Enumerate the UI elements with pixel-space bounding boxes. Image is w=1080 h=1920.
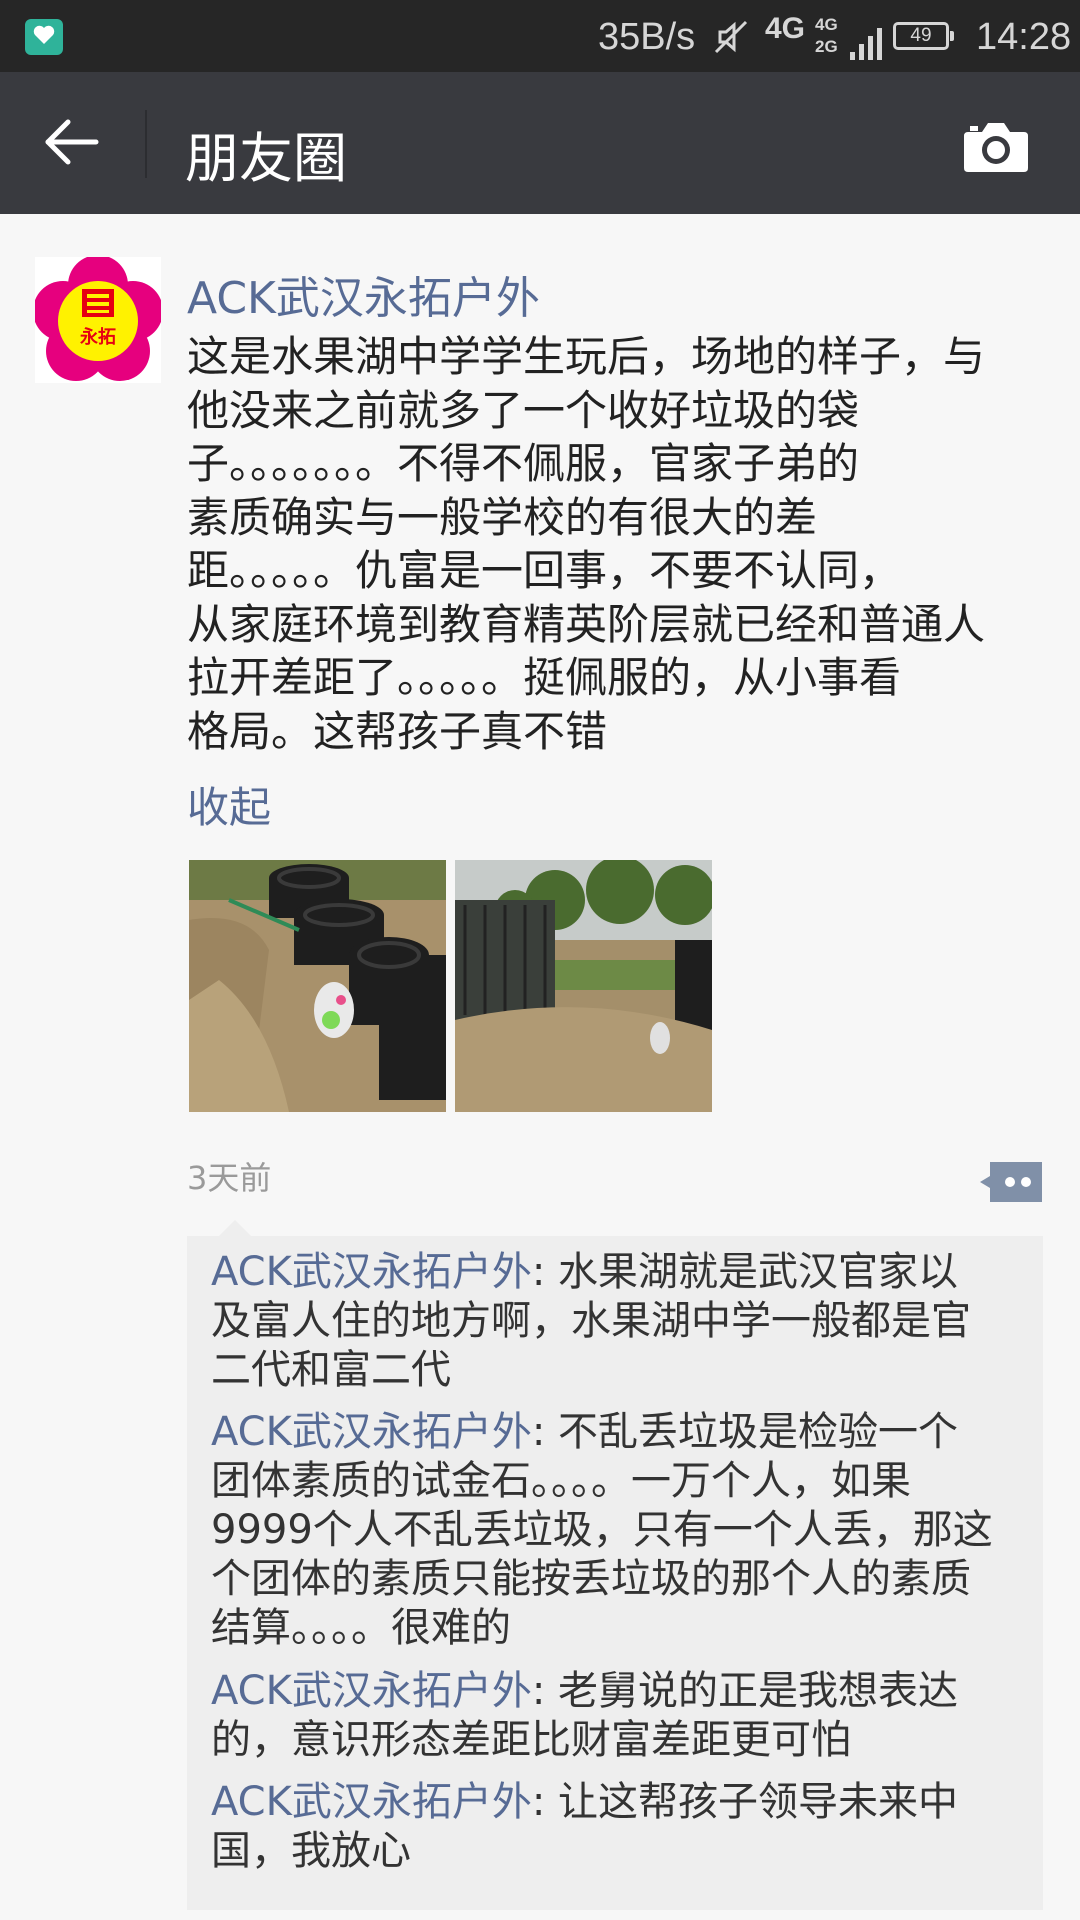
- comment-author[interactable]: ACK武汉永拓户外: [211, 1668, 532, 1714]
- comment-author[interactable]: ACK武汉永拓户外: [211, 1249, 532, 1295]
- comment-line: 让这帮孩子领导未来中: [558, 1779, 959, 1825]
- post-text-line: 子。。。。。。。不得不佩服，官家子弟的: [187, 439, 860, 488]
- comment-line: 9999个人不乱丢垃圾，只有一个人丢，那这: [211, 1507, 993, 1553]
- app-notification-icon: [25, 19, 63, 55]
- comment-author[interactable]: ACK武汉永拓户外: [211, 1779, 532, 1825]
- comment-line: 结算。。。。很难的: [211, 1605, 511, 1651]
- post-text-line: 距。。。。。仇富是一回事，不要不认同，: [187, 546, 902, 595]
- post-text-line: 格局。这帮孩子真不错: [187, 706, 608, 756]
- comment-line: 二代和富二代: [211, 1347, 451, 1393]
- page-title: 朋友圈: [185, 127, 347, 190]
- avatar-logo-text: 永拓: [79, 326, 116, 348]
- collapse-link[interactable]: 收起: [187, 774, 271, 835]
- comment-line: 老舅说的正是我想表达: [558, 1668, 959, 1714]
- comment-author[interactable]: ACK武汉永拓户外: [211, 1409, 532, 1455]
- post-text-line: 从家庭环境到教育精英阶层就已经和普通人: [187, 599, 986, 649]
- avatar[interactable]: 永拓: [35, 257, 161, 383]
- camera-icon[interactable]: [962, 118, 1030, 174]
- post-photo-1[interactable]: [189, 860, 446, 1112]
- status-bar: 35B/s 4G 4G 2G 49 14:28: [0, 0, 1080, 72]
- signal-bars-icon: [850, 28, 882, 60]
- post-text-line: 拉开差距了。。。。。挺佩服的，从小事看: [187, 653, 902, 702]
- network-secondary-1: 4G: [815, 15, 838, 34]
- comment-line: 国，我放心: [211, 1828, 411, 1874]
- comment-line: 及富人住的地方啊，水果湖中学一般都是官: [211, 1298, 971, 1344]
- comments-panel: ACK武汉永拓户外: 水果湖就是武汉官家以 及富人住的地方啊，水果湖中学一般都是官…: [187, 1220, 1043, 1910]
- comment-line: 团体素质的试金石。。。。一万个人，如果: [211, 1458, 911, 1504]
- comment-separator: :: [531, 1249, 559, 1295]
- moments-feed: 永拓 ACK武汉永拓户外 这是水果湖中学学生玩后，场地的样子，与 他没来之前就多…: [0, 214, 1080, 1920]
- comment[interactable]: ACK武汉永拓户外: 水果湖就是武汉官家以 及富人住的地方啊，水果湖中学一般都是官…: [211, 1248, 1023, 1395]
- post-text-line: 这是水果湖中学学生玩后，场地的样子，与: [187, 332, 986, 381]
- comment[interactable]: ACK武汉永拓户外: 老舅说的正是我想表达 的，意识形态差距比财富差距更可怕: [211, 1667, 1023, 1765]
- comment-menu-icon[interactable]: [978, 1160, 1044, 1204]
- back-arrow-icon[interactable]: [42, 117, 102, 167]
- network-speed: 35B/s: [598, 16, 696, 58]
- battery-level: 49: [910, 25, 932, 46]
- network-type: 4G: [765, 12, 806, 45]
- network-secondary: 4G 2G: [815, 14, 838, 58]
- comment-line: 的，意识形态差距比财富差距更可怕: [211, 1717, 851, 1763]
- post-photo-2[interactable]: [455, 860, 712, 1112]
- comment[interactable]: ACK武汉永拓户外: 让这帮孩子领导未来中国，我放心: [211, 1778, 1023, 1876]
- comment-separator: :: [531, 1779, 559, 1825]
- comment-line: 个团体的素质只能按丢垃圾的那个人的素质: [211, 1556, 971, 1602]
- comment[interactable]: ACK武汉永拓户外: 不乱丢垃圾是检验一个 团体素质的试金石。。。。一万个人，如果…: [211, 1408, 1023, 1653]
- comment-separator: :: [531, 1409, 559, 1455]
- post-text: 这是水果湖中学学生玩后，场地的样子，与 他没来之前就多了一个收好垃圾的袋 子。。…: [187, 330, 1047, 758]
- post-text-line: 他没来之前就多了一个收好垃圾的袋: [187, 385, 860, 435]
- nav-bar: 朋友圈: [0, 72, 1080, 214]
- comment-line: 不乱丢垃圾是检验一个: [558, 1409, 959, 1455]
- comment-line: 水果湖就是武汉官家以: [558, 1249, 959, 1295]
- nav-divider: [145, 110, 147, 178]
- mute-icon: [712, 18, 750, 60]
- post-author[interactable]: ACK武汉永拓户外: [187, 262, 540, 326]
- comment-separator: :: [531, 1668, 559, 1714]
- battery-icon: 49: [893, 22, 954, 50]
- network-secondary-2: 2G: [815, 37, 838, 56]
- comments-arrow: [219, 1220, 251, 1236]
- post-text-line: 素质确实与一般学校的有很大的差: [187, 492, 818, 542]
- clock: 14:28: [976, 16, 1072, 58]
- post-time: 3天前: [187, 1159, 272, 1197]
